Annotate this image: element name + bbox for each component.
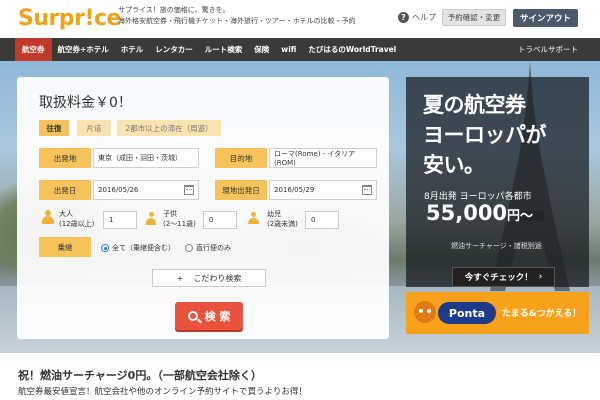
help-icon: ?: [398, 12, 409, 23]
radio-direct-only-label: 直行便のみ: [196, 244, 231, 252]
depart-field[interactable]: 東京（成田・羽田・茨城）: [93, 148, 199, 168]
infant-age-text: (2歳未満): [267, 220, 298, 228]
ponta-mascot-icon: [414, 301, 436, 323]
nav-item-route-search[interactable]: ルート検索: [199, 38, 249, 61]
promo-headline-3: 安い。: [423, 153, 485, 177]
detail-search-label: こだわり検索: [193, 273, 242, 283]
check-now-label: 今すぐチェック！: [464, 273, 533, 283]
local-date-value: 2016/05/29: [274, 186, 315, 194]
plus-icon: +: [176, 273, 184, 283]
infant-icon: [247, 212, 261, 226]
signout-button[interactable]: サインアウト: [513, 9, 578, 27]
tagline-line-1: サプライス！旅の価格に、驚きを。: [118, 6, 230, 14]
check-now-button[interactable]: 今すぐチェック！ ›: [452, 267, 555, 287]
site-tagline: サプライス！旅の価格に、驚きを。 海外格安航空券・飛行機チケット・海外旅行・ツア…: [118, 5, 356, 27]
help-label: ヘルプ: [412, 13, 436, 22]
infant-count-input[interactable]: 0: [305, 211, 339, 229]
calendar-icon[interactable]: [362, 185, 372, 195]
infant-label-text: 幼児: [267, 210, 281, 218]
chevron-right-icon: ›: [538, 272, 543, 282]
promo-price-unit: 円〜: [507, 209, 534, 224]
search-button[interactable]: 検 索: [175, 302, 243, 330]
depart-date-value: 2016/05/26: [98, 186, 139, 194]
nav-item-hotel[interactable]: ホテル: [115, 38, 150, 61]
radio-direct-only-control[interactable]: [185, 244, 193, 252]
flight-search-panel: 取扱料金￥0！ 往復 片道 2都市以上の滞在（周遊） 出発地 東京（成田・羽田・…: [17, 77, 389, 339]
announcement-subtitle: 航空券最安値宣言！航空会社や他のオンライン予約サイトで買うよりお得！: [18, 387, 307, 397]
local-date-field[interactable]: 2016/05/29: [269, 180, 377, 200]
calendar-icon[interactable]: [184, 185, 194, 195]
site-header: Surpr!ce サプライス！旅の価格に、驚きを。 海外格安航空券・飛行機チケッ…: [0, 0, 600, 38]
detail-search-button[interactable]: + こだわり検索: [152, 269, 266, 287]
infant-label: 幼児 (2歳未満): [267, 209, 298, 229]
adult-count-input[interactable]: 1: [103, 211, 137, 229]
ponta-banner[interactable]: Ponta たまる&つかえる！: [406, 292, 589, 334]
tab-round-trip[interactable]: 往復: [39, 120, 69, 136]
child-icon: [145, 212, 159, 226]
child-label-text: 子供: [163, 210, 177, 218]
ponta-logo: Ponta: [438, 302, 496, 324]
depart-date-field[interactable]: 2016/05/26: [93, 180, 199, 200]
promo-price: 55,000円〜: [426, 201, 533, 225]
fee-title: 取扱料金￥0！: [39, 95, 132, 111]
adult-label-text: 大人: [59, 210, 73, 218]
promo-headline-1: 夏の航空券: [423, 93, 526, 117]
nav-item-world-travel[interactable]: たびはるのWorldTravel: [302, 38, 402, 61]
radio-all-flights-control[interactable]: [101, 244, 109, 252]
destination-field[interactable]: ローマ(Rome) - イタリア(ROM): [269, 148, 377, 168]
radio-all-flights[interactable]: 全て（乗継便含む）: [101, 243, 175, 253]
radio-all-flights-label: 全て（乗継便含む）: [112, 244, 175, 252]
tagline-line-2: 海外格安航空券・飛行機チケット・海外旅行・ツアー・ホテルの比較・予約: [118, 17, 356, 25]
promo-note: 燃油サーチャージ・諸税別途: [451, 242, 542, 250]
booking-check-button[interactable]: 予約確認・変更: [442, 9, 506, 26]
adult-label: 大人 (12歳以上): [59, 209, 94, 229]
child-count-input[interactable]: 0: [203, 211, 237, 229]
announcement-section: 祝！燃油サーチャージ0円。（一部航空会社除く） 航空券最安値宣言！航空会社や他の…: [0, 353, 600, 400]
child-age-text: (2〜11歳): [163, 220, 196, 228]
depart-date-label: 出発日: [39, 180, 91, 200]
help-link[interactable]: ? ヘルプ: [398, 12, 436, 23]
destination-label: 目的地: [215, 148, 267, 168]
nav-item-travel-support[interactable]: トラベルサポート: [518, 38, 578, 61]
nav-item-rental-car[interactable]: レンタカー: [149, 38, 199, 61]
announcement-title: 祝！燃油サーチャージ0円。（一部航空会社除く）: [18, 369, 262, 382]
child-label: 子供 (2〜11歳): [163, 209, 196, 229]
ponta-tagline: たまる&つかえる！: [502, 309, 582, 319]
adult-icon: [41, 210, 55, 224]
nav-item-wifi[interactable]: wifi: [275, 38, 302, 61]
local-date-label: 現地出発日: [215, 180, 267, 200]
depart-label: 出発地: [39, 148, 91, 168]
promo-price-value: 55,000: [426, 201, 508, 225]
transfer-label: 乗継: [39, 237, 91, 257]
promo-banner[interactable]: 夏の航空券 ヨーロッパが 安い。 8月出発 ヨーロッパ各都市 55,000円〜 …: [406, 77, 589, 287]
site-logo[interactable]: Surpr!ce: [18, 6, 121, 31]
nav-item-flight-hotel[interactable]: 航空券+ホテル: [52, 38, 115, 61]
adult-age-text: (12歳以上): [59, 220, 95, 228]
search-icon: [187, 311, 198, 321]
nav-item-insurance[interactable]: 保険: [248, 38, 275, 61]
search-button-label: 検 索: [204, 310, 231, 323]
radio-direct-only[interactable]: 直行便のみ: [185, 243, 231, 253]
main-nav: 航空券 航空券+ホテル ホテル レンタカー ルート検索 保険 wifi たびはる…: [0, 38, 600, 61]
tab-one-way[interactable]: 片道: [77, 120, 111, 136]
nav-item-flights[interactable]: 航空券: [15, 38, 52, 61]
tab-multi-city[interactable]: 2都市以上の滞在（周遊）: [117, 120, 221, 136]
promo-headline-2: ヨーロッパが: [423, 123, 547, 147]
